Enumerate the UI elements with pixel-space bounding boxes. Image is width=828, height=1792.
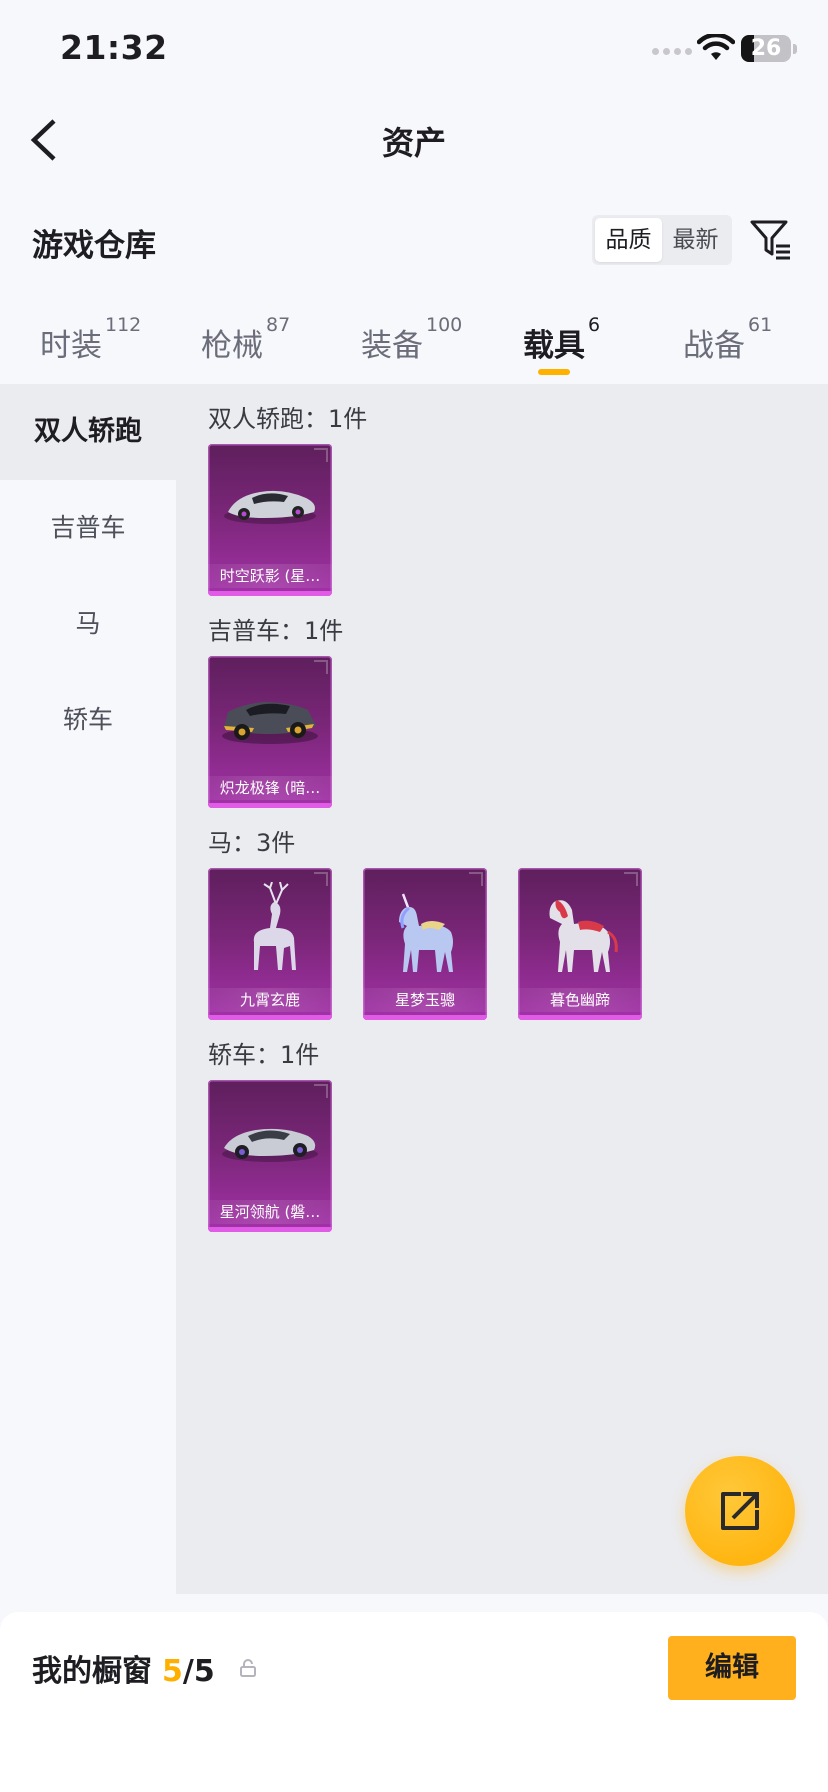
- sort-option-quality[interactable]: 品质: [595, 218, 662, 262]
- jeep-car-icon: [222, 702, 318, 744]
- deer-mount-icon: [253, 882, 296, 970]
- status-time: 21:32: [60, 28, 168, 67]
- tab-label: 枪械: [201, 328, 263, 364]
- sidebar-item-sedan[interactable]: 轿车: [0, 672, 176, 768]
- tab-count: 61: [748, 314, 773, 336]
- item-card[interactable]: 炽龙极锋 (暗…: [208, 656, 332, 808]
- unicorn-mount-icon: [399, 893, 453, 972]
- lock-icon: [240, 1659, 256, 1677]
- showcase-label: 我的橱窗 5/5: [32, 1646, 215, 1690]
- tab-fashion[interactable]: 时装112: [40, 314, 141, 365]
- sort-option-newest[interactable]: 最新: [662, 218, 729, 262]
- tab-count: 6: [588, 314, 601, 336]
- item-card[interactable]: 暮色幽蹄: [518, 868, 642, 1020]
- tab-label: 时装: [40, 328, 102, 364]
- share-out-icon: [721, 1492, 759, 1530]
- item-card[interactable]: 星梦玉骢: [363, 868, 487, 1020]
- tab-guns[interactable]: 枪械87: [201, 314, 290, 365]
- battery-cap: [793, 44, 797, 54]
- section-title-jeep: 吉普车：1件: [208, 617, 344, 645]
- section-title-coupe: 双人轿跑：1件: [208, 405, 368, 433]
- item-list: 双人轿跑：1件 时空跃影 (星… 吉普车：1件 炽龙极锋 (暗… 马：3件 九霄…: [176, 384, 828, 1594]
- showcase-bar: 我的橱窗 5/5 编辑: [0, 1612, 828, 1792]
- item-name: 九霄玄鹿: [208, 988, 332, 1012]
- tab-label: 载具: [523, 328, 585, 364]
- item-name: 时空跃影 (星…: [208, 564, 332, 588]
- showcase-title: 我的橱窗: [32, 1654, 152, 1689]
- item-card[interactable]: 星河领航 (磐…: [208, 1080, 332, 1232]
- subcategory-sidebar: 双人轿跑 吉普车 马 轿车: [0, 384, 176, 1594]
- tab-count: 100: [426, 314, 463, 336]
- sidebar-item-horse[interactable]: 马: [0, 576, 176, 672]
- tab-label: 战备: [683, 328, 745, 364]
- showcase-current-count: 5: [162, 1654, 183, 1689]
- tab-equipment[interactable]: 装备100: [361, 314, 462, 365]
- battery-level: 26: [750, 36, 782, 61]
- tab-count: 87: [266, 314, 291, 336]
- filter-funnel-icon: [750, 220, 790, 260]
- tab-count: 112: [105, 314, 142, 336]
- sidebar-item-jeep[interactable]: 吉普车: [0, 480, 176, 576]
- sedan-car-icon: [222, 1128, 318, 1162]
- showcase-total-count: /5: [182, 1654, 215, 1689]
- section-title-horse: 马：3件: [208, 829, 296, 857]
- tab-vehicles[interactable]: 载具6: [523, 314, 600, 365]
- category-tabs: 时装112 枪械87 装备100 载具6 战备61: [0, 300, 828, 384]
- signal-dots-icon: [652, 48, 692, 55]
- share-button[interactable]: [685, 1456, 795, 1566]
- item-card[interactable]: 九霄玄鹿: [208, 868, 332, 1020]
- active-tab-indicator: [538, 369, 570, 375]
- battery-icon: 26: [741, 35, 791, 62]
- item-name: 星河领航 (磐…: [208, 1200, 332, 1224]
- horse-mount-icon: [549, 900, 618, 972]
- sidebar-item-coupe[interactable]: 双人轿跑: [0, 384, 176, 480]
- item-name: 暮色幽蹄: [518, 988, 642, 1012]
- item-name: 星梦玉骢: [363, 988, 487, 1012]
- warehouse-title: 游戏仓库: [32, 228, 156, 264]
- item-name: 炽龙极锋 (暗…: [208, 776, 332, 800]
- edit-button[interactable]: 编辑: [668, 1636, 796, 1700]
- section-title-sedan: 轿车：1件: [208, 1041, 320, 1069]
- tab-label: 装备: [361, 328, 423, 364]
- sort-toggle: 品质 最新: [592, 215, 732, 265]
- wifi-icon: [697, 34, 735, 60]
- page-title: 资产: [381, 124, 446, 162]
- coupe-car-icon: [224, 490, 316, 524]
- tab-supplies[interactable]: 战备61: [683, 314, 772, 365]
- nav-bar: 资产: [0, 100, 828, 180]
- item-card[interactable]: 时空跃影 (星…: [208, 444, 332, 596]
- status-bar: 21:32 26: [0, 0, 828, 100]
- filter-button[interactable]: [748, 216, 794, 262]
- screen: 21:32 26 资产 游戏仓库 品质 最新 时装112 枪械87 装备100 …: [0, 0, 828, 1792]
